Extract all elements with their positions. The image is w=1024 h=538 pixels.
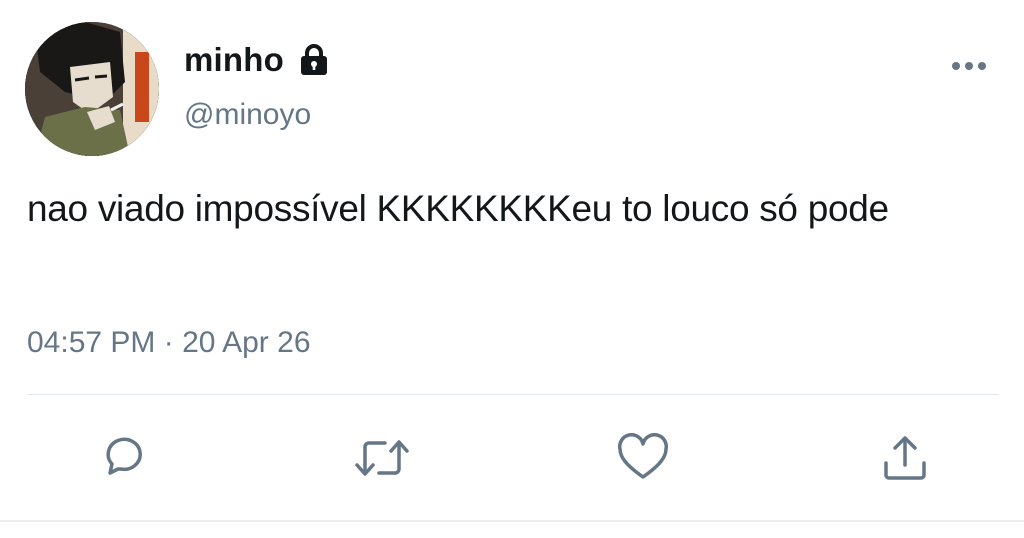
share-icon [880, 433, 930, 483]
like-button[interactable] [615, 430, 671, 486]
tweet-timestamp[interactable]: 04:57 PM · 20 Apr 26 [27, 326, 311, 360]
reply-icon [96, 433, 146, 483]
display-name[interactable]: minho [184, 41, 284, 79]
retweet-icon [353, 433, 411, 483]
tweet-text: nao viado impossível KKKKKKKKeu to louco… [27, 188, 889, 229]
lock-icon [298, 43, 330, 77]
bottom-divider [0, 520, 1024, 522]
avatar[interactable] [25, 22, 159, 156]
divider [27, 394, 998, 395]
reply-button[interactable] [93, 430, 149, 486]
more-options-icon[interactable] [950, 58, 988, 74]
heart-icon [616, 433, 670, 483]
share-button[interactable] [877, 430, 933, 486]
tweet-card: minho @minoyo nao viado impossível KKKKK… [0, 0, 1024, 538]
user-handle[interactable]: @minoyo [184, 98, 311, 132]
retweet-button[interactable] [354, 430, 410, 486]
display-name-row: minho [184, 38, 330, 82]
